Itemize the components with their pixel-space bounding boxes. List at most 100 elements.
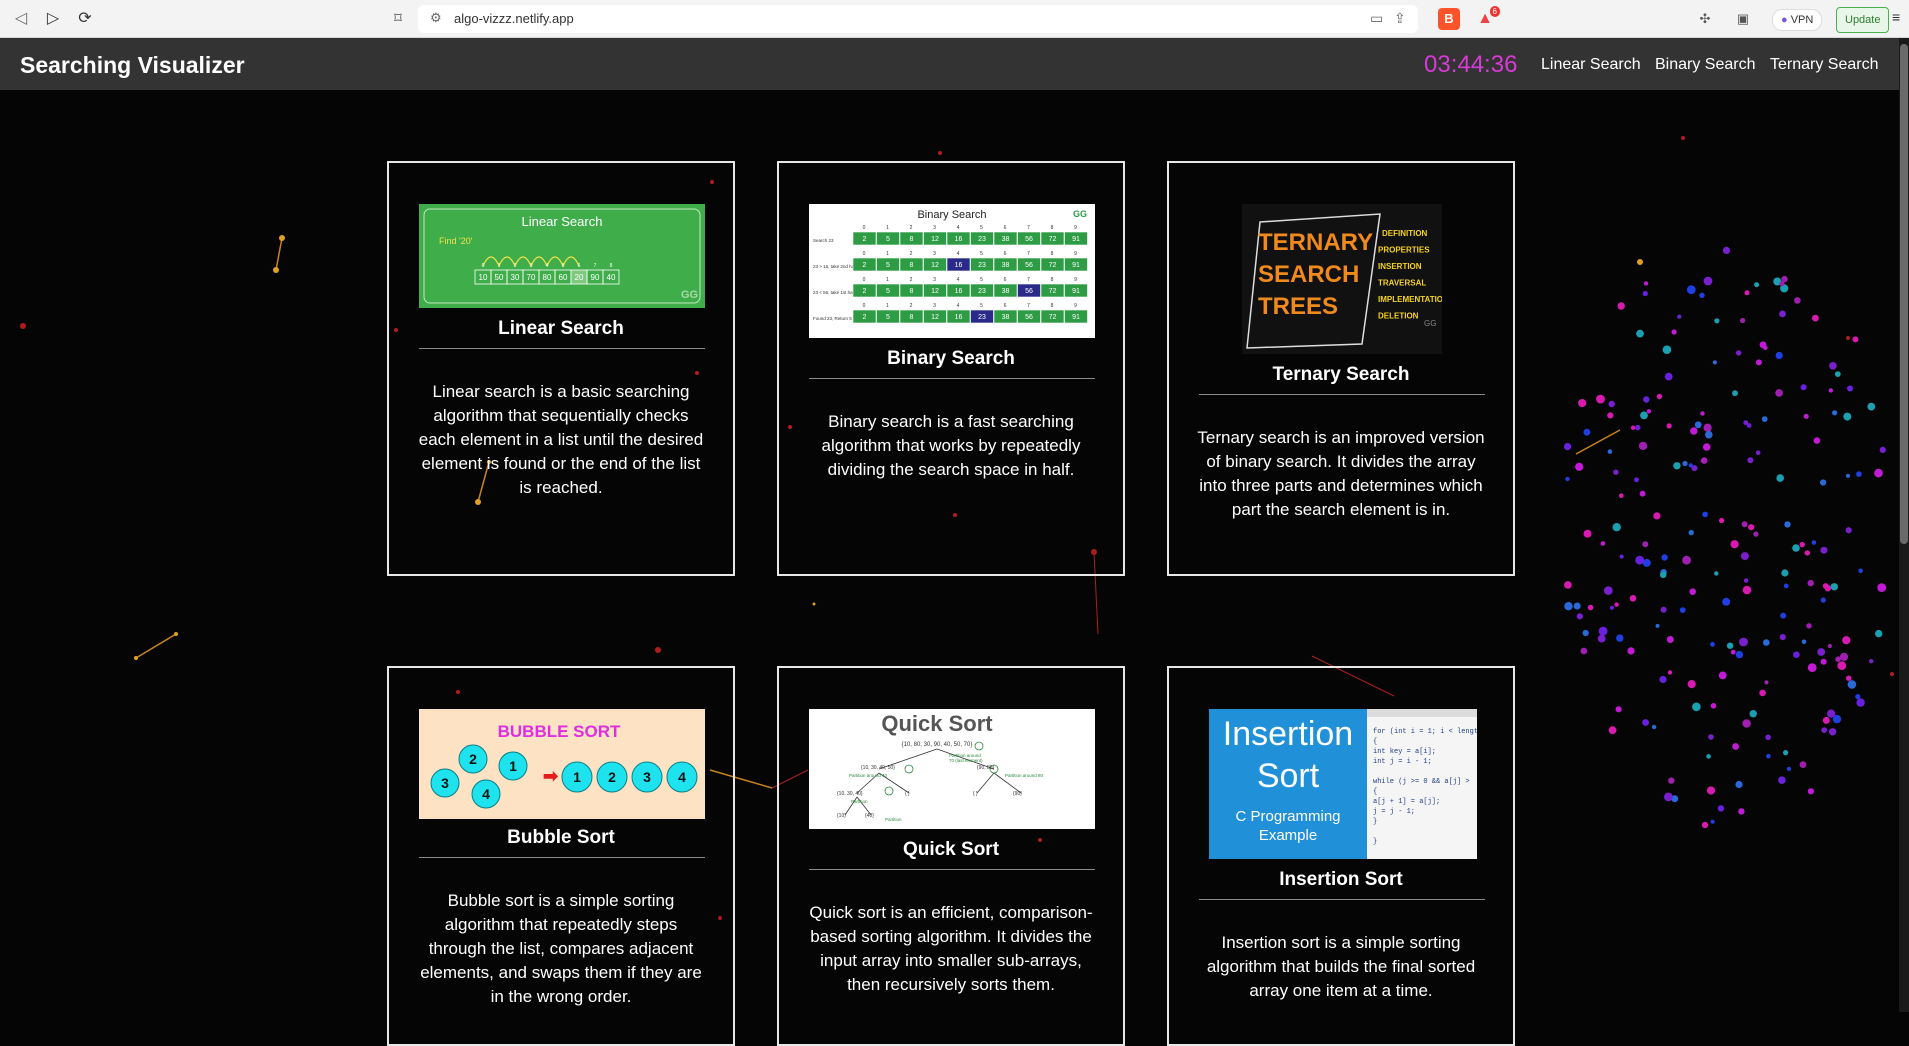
update-button[interactable]: Update bbox=[1836, 7, 1890, 33]
svg-text:4: 4 bbox=[957, 303, 960, 309]
svg-text:3: 3 bbox=[933, 303, 936, 309]
array-cell: 23 bbox=[978, 314, 986, 321]
card-divider bbox=[419, 857, 705, 858]
array-index: 2 bbox=[514, 263, 517, 269]
array-cell: 72 bbox=[1049, 288, 1057, 295]
back-icon[interactable]: ◁ bbox=[10, 8, 32, 30]
svg-text:4: 4 bbox=[957, 251, 960, 257]
svg-text:9: 9 bbox=[1074, 225, 1077, 231]
code-line: j = j - 1; bbox=[1373, 808, 1415, 816]
nav-ternary-search[interactable]: Ternary Search bbox=[1770, 56, 1879, 74]
image-heading: Linear Search bbox=[522, 214, 603, 229]
array-cell: 38 bbox=[1002, 262, 1010, 269]
array-cell: 8 bbox=[910, 288, 914, 295]
bookmark-icon[interactable]: ⌑ bbox=[388, 9, 408, 29]
svg-text:70 (last element): 70 (last element) bbox=[949, 758, 983, 763]
array-cell: 56 bbox=[1025, 236, 1033, 243]
array-cell: 12 bbox=[931, 314, 939, 321]
bubble-sort-image: BUBBLE SORT 3 2 1 4 ➡ 1 2 3 4 bbox=[419, 709, 705, 819]
array-cell: 20 bbox=[575, 273, 584, 282]
linear-search-image: Linear Search Find '20' 10 0 50 1 30 2 70 3 80 4 6… bbox=[419, 204, 705, 308]
array-cell: 50 bbox=[495, 273, 504, 282]
bubble-node: 3 bbox=[643, 769, 651, 785]
card-description: Binary search is a fast searching algori… bbox=[821, 412, 1081, 479]
array-cell: 2 bbox=[863, 314, 867, 321]
svg-text:8: 8 bbox=[1051, 277, 1054, 283]
svg-text:7: 7 bbox=[1027, 303, 1030, 309]
card-title: Linear Search bbox=[498, 318, 624, 339]
array-cell: 80 bbox=[543, 273, 552, 282]
app-navbar: Searching Visualizer 03:44:36 Linear Sea… bbox=[0, 38, 1909, 90]
forward-icon[interactable]: ▷ bbox=[42, 8, 64, 30]
extensions-icon[interactable]: ✣ bbox=[1694, 8, 1716, 30]
code-line: } bbox=[1373, 838, 1377, 846]
array-cell: 5 bbox=[886, 236, 890, 243]
array-cell: 16 bbox=[955, 314, 963, 321]
quick-sort-image: Quick Sort {10, 80, 30, 90, 40, 50, 70} … bbox=[809, 709, 1095, 829]
array-cell: 8 bbox=[910, 262, 914, 269]
array-cell: 38 bbox=[1002, 236, 1010, 243]
svg-text:{10, 30, 40}: {10, 30, 40} bbox=[837, 791, 863, 797]
svg-text:0: 0 bbox=[863, 225, 866, 231]
svg-text:6: 6 bbox=[1004, 303, 1007, 309]
array-index: 7 bbox=[594, 263, 597, 269]
scrollbar-thumb[interactable] bbox=[1900, 44, 1908, 544]
svg-text:3: 3 bbox=[933, 251, 936, 257]
array-cell: 91 bbox=[1072, 262, 1080, 269]
svg-text:2: 2 bbox=[910, 251, 913, 257]
code-line: } bbox=[1373, 818, 1377, 826]
title-line: TERNARY bbox=[1258, 229, 1373, 256]
svg-text:➡: ➡ bbox=[543, 766, 559, 786]
root-array: {10, 80, 30, 90, 40, 50, 70} bbox=[902, 742, 973, 748]
array-cell: 72 bbox=[1049, 262, 1057, 269]
array-cell: 12 bbox=[931, 288, 939, 295]
card-ternary-search[interactable]: TERNARY SEARCH TREES DEFINITION PROPERTIES I… bbox=[1167, 161, 1515, 576]
array-cell: 23 bbox=[978, 262, 986, 269]
bubble-node: 1 bbox=[573, 769, 581, 785]
card-quick-sort[interactable]: Quick Sort {10, 80, 30, 90, 40, 50, 70} … bbox=[777, 666, 1125, 1046]
clock-timer: 03:44:36 bbox=[1424, 51, 1518, 78]
array-cell: 72 bbox=[1049, 236, 1057, 243]
wallet-icon[interactable]: ▣ bbox=[1732, 8, 1754, 30]
card-description: Bubble sort is a simple sorting algorith… bbox=[420, 891, 702, 1006]
svg-text:0: 0 bbox=[863, 277, 866, 283]
card-title: Ternary Search bbox=[1272, 364, 1410, 385]
nav-binary-search[interactable]: Binary Search bbox=[1655, 56, 1756, 74]
particle-cluster bbox=[1564, 246, 1887, 829]
nav-linear-search[interactable]: Linear Search bbox=[1541, 56, 1641, 74]
card-linear-search[interactable]: Linear Search Find '20' 10 0 50 1 30 2 70 3 80 4 6… bbox=[387, 161, 735, 576]
reload-icon[interactable]: ⟳ bbox=[74, 8, 96, 30]
brave-shields-icon[interactable]: B bbox=[1438, 8, 1460, 30]
svg-text:8: 8 bbox=[1051, 303, 1054, 309]
svg-text:6: 6 bbox=[1004, 225, 1007, 231]
card-binary-search[interactable]: Binary Search GG Search 23 0 2 1 5 2 8 3 12 4 16 5 2… bbox=[777, 161, 1125, 576]
array-index: 3 bbox=[530, 263, 533, 269]
array-cell: 5 bbox=[886, 262, 890, 269]
vpn-button[interactable]: ● VPN bbox=[1772, 9, 1823, 31]
card-title: Bubble Sort bbox=[507, 827, 615, 848]
card-bubble-sort[interactable]: BUBBLE SORT 3 2 1 4 ➡ 1 2 3 4 Bubble Sort Bubb… bbox=[387, 666, 735, 1046]
site-settings-icon[interactable]: ⚙ bbox=[430, 10, 442, 26]
card-insertion-sort[interactable]: Insertion Sort C Programming Example for (i… bbox=[1167, 666, 1515, 1046]
cast-icon[interactable]: ▭ bbox=[1370, 10, 1383, 27]
bubble-node: 4 bbox=[482, 786, 490, 802]
array-index: 5 bbox=[562, 263, 565, 269]
svg-text:3: 3 bbox=[933, 277, 936, 283]
title-line: Insertion bbox=[1223, 715, 1353, 753]
svg-text:7: 7 bbox=[1027, 225, 1030, 231]
share-icon[interactable]: ⇪ bbox=[1394, 10, 1406, 27]
svg-text:2: 2 bbox=[910, 225, 913, 231]
array-index: 6 bbox=[578, 263, 581, 269]
menu-icon[interactable]: ≡ bbox=[1892, 9, 1906, 27]
brave-rewards-icon[interactable]: ▲ 6 bbox=[1474, 6, 1500, 30]
address-bar[interactable]: ⚙ algo-vizzz.netlify.app ▭ ⇪ bbox=[418, 5, 1418, 33]
title-line: Sort bbox=[1257, 757, 1320, 795]
array-cell: 2 bbox=[863, 236, 867, 243]
array-cell: 10 bbox=[479, 273, 488, 282]
svg-text:9: 9 bbox=[1074, 251, 1077, 257]
svg-text:{10, 30, 40, 50}: {10, 30, 40, 50} bbox=[861, 765, 895, 771]
array-cell: 8 bbox=[910, 236, 914, 243]
array-cell: 91 bbox=[1072, 288, 1080, 295]
topic-item: DELETION bbox=[1378, 312, 1419, 321]
svg-text:8: 8 bbox=[1051, 251, 1054, 257]
